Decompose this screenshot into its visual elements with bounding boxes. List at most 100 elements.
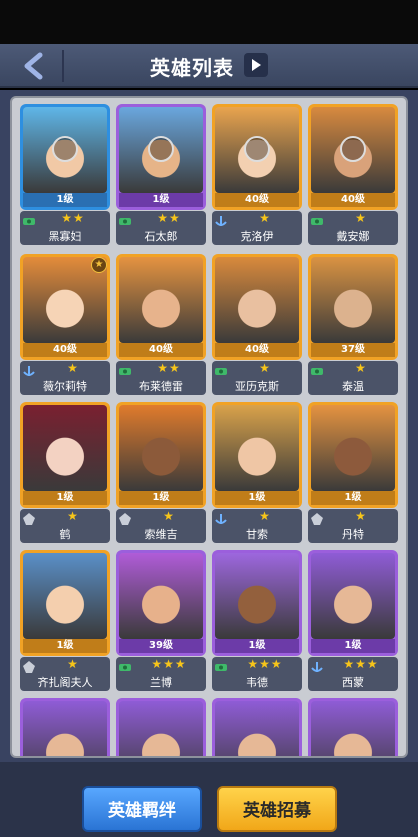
locked-icon xyxy=(244,136,270,162)
locked-icon xyxy=(148,136,174,162)
hero-level: 40级 xyxy=(215,193,299,207)
hero-name: 克洛伊 xyxy=(240,230,274,243)
hero-card[interactable]: 40级 ★★ 布莱德雷 xyxy=(116,254,206,396)
hero-frame: 1级 xyxy=(116,402,206,508)
emblem-icon xyxy=(118,511,132,525)
hero-stars: ★ xyxy=(259,361,271,375)
hero-frame: 40级 xyxy=(212,254,302,360)
hero-card[interactable]: ★ 40级 ★ 薇尔莉特 xyxy=(20,254,110,396)
hero-name: 布莱德雷 xyxy=(139,380,183,393)
hero-portrait xyxy=(119,257,203,343)
hero-level: 1级 xyxy=(23,193,107,207)
green-cash-icon xyxy=(118,363,132,377)
hero-level: 1级 xyxy=(23,639,107,653)
hero-card[interactable]: 39级 ★★★ 兰博 xyxy=(116,550,206,692)
hero-card[interactable]: 37级 ★ 泰温 xyxy=(308,254,398,396)
hero-level: 1级 xyxy=(311,491,395,505)
back-button[interactable] xyxy=(10,48,56,84)
hero-level: 40级 xyxy=(23,343,107,357)
hero-info: ★ 索维吉 xyxy=(116,509,206,543)
hero-frame: 1级 xyxy=(308,550,398,656)
hero-frame: 1级 xyxy=(20,550,110,656)
hero-portrait xyxy=(23,553,107,639)
hero-stars: ★ xyxy=(67,657,79,671)
hero-portrait xyxy=(119,701,203,756)
status-bar xyxy=(0,0,418,44)
hero-portrait xyxy=(119,405,203,491)
hero-level: 1级 xyxy=(311,639,395,653)
hero-frame: 1级 xyxy=(20,104,110,210)
hero-stars: ★★ xyxy=(61,211,85,225)
hero-name: 齐扎阁夫人 xyxy=(37,676,93,689)
hero-card[interactable]: 1级 ★ 丹特 xyxy=(308,402,398,544)
hero-stars: ★ xyxy=(163,509,175,523)
divider xyxy=(62,50,64,82)
hero-info: ★ 鹤 xyxy=(20,509,110,543)
hero-info: ★ 泰温 xyxy=(308,361,398,395)
hero-card[interactable]: 1级 ★★ 黑寡妇 xyxy=(20,104,110,246)
hero-frame: 39级 xyxy=(116,550,206,656)
hero-level: 40级 xyxy=(311,193,395,207)
green-cash-icon xyxy=(118,659,132,673)
hero-recruit-button[interactable]: 英雄招募 xyxy=(217,786,337,832)
hero-card[interactable] xyxy=(20,698,110,756)
hero-card[interactable]: 1级 ★ 鹤 xyxy=(20,402,110,544)
hero-card[interactable]: 1级 ★ 索维吉 xyxy=(116,402,206,544)
green-cash-icon xyxy=(22,213,36,227)
hero-card[interactable] xyxy=(212,698,302,756)
hero-portrait xyxy=(215,701,299,756)
hero-frame: 1级 xyxy=(308,402,398,508)
hero-card[interactable]: 40级 ★ 克洛伊 xyxy=(212,104,302,246)
locked-icon xyxy=(52,136,78,162)
hero-stars: ★ xyxy=(355,211,367,225)
green-cash-icon xyxy=(118,213,132,227)
hero-info: ★ 丹特 xyxy=(308,509,398,543)
green-cash-icon xyxy=(310,213,324,227)
info-button[interactable] xyxy=(244,53,268,77)
hero-card[interactable]: 1级 ★ 齐扎阁夫人 xyxy=(20,550,110,692)
locked-icon xyxy=(340,136,366,162)
hero-frame: 37级 xyxy=(308,254,398,360)
hero-card[interactable] xyxy=(116,698,206,756)
hero-info: ★ 齐扎阁夫人 xyxy=(20,657,110,691)
emblem-icon xyxy=(22,511,36,525)
hero-level: 1级 xyxy=(119,193,203,207)
hero-info: ★ 薇尔莉特 xyxy=(20,361,110,395)
hero-name: 石太郎 xyxy=(144,230,178,243)
anchor-icon xyxy=(22,363,36,377)
hero-stars: ★ xyxy=(355,361,367,375)
hero-stars: ★★★ xyxy=(247,657,283,671)
page-title: 英雄列表 xyxy=(150,56,234,80)
hero-name: 丹特 xyxy=(342,528,364,541)
hero-stars: ★★ xyxy=(157,361,181,375)
hero-name: 鹤 xyxy=(59,528,71,541)
hero-frame: 40级 xyxy=(212,104,302,210)
hero-name: 兰博 xyxy=(150,676,172,689)
hero-card[interactable] xyxy=(308,698,398,756)
hero-name: 戴安娜 xyxy=(336,230,370,243)
hero-portrait xyxy=(23,701,107,756)
hero-frame: 1级 xyxy=(212,550,302,656)
anchor-icon xyxy=(214,213,228,227)
hero-card[interactable]: 40级 ★ 戴安娜 xyxy=(308,104,398,246)
hero-frame: 1级 xyxy=(116,104,206,210)
hero-card[interactable]: 1级 ★★ 石太郎 xyxy=(116,104,206,246)
hero-info: ★★★ 兰博 xyxy=(116,657,206,691)
hero-info: ★★ 布莱德雷 xyxy=(116,361,206,395)
hero-card[interactable]: 1级 ★ 甘索 xyxy=(212,402,302,544)
hero-card[interactable]: 1级 ★★★ 韦德 xyxy=(212,550,302,692)
hero-bonds-button[interactable]: 英雄羁绊 xyxy=(82,786,202,832)
hero-stars: ★ xyxy=(259,509,271,523)
hero-portrait xyxy=(311,701,395,756)
hero-card[interactable]: 40级 ★ 亚历克斯 xyxy=(212,254,302,396)
hero-level: 37级 xyxy=(311,343,395,357)
hero-name: 索维吉 xyxy=(144,528,178,541)
hero-info: ★★★ 西蒙 xyxy=(308,657,398,691)
hero-portrait xyxy=(215,553,299,639)
hero-level: 1级 xyxy=(119,491,203,505)
hero-stars: ★ xyxy=(259,211,271,225)
hero-level: 1级 xyxy=(23,491,107,505)
hero-card[interactable]: 1级 ★★★ 西蒙 xyxy=(308,550,398,692)
hero-stars: ★ xyxy=(67,509,79,523)
hero-grid-panel[interactable]: 1级 ★★ 黑寡妇 1级 ★★ 石太郎 40级 ★ 克洛伊 40级 ★ 戴安娜 ★ 40级 ★ 薇尔莉特 40级… xyxy=(10,96,408,758)
